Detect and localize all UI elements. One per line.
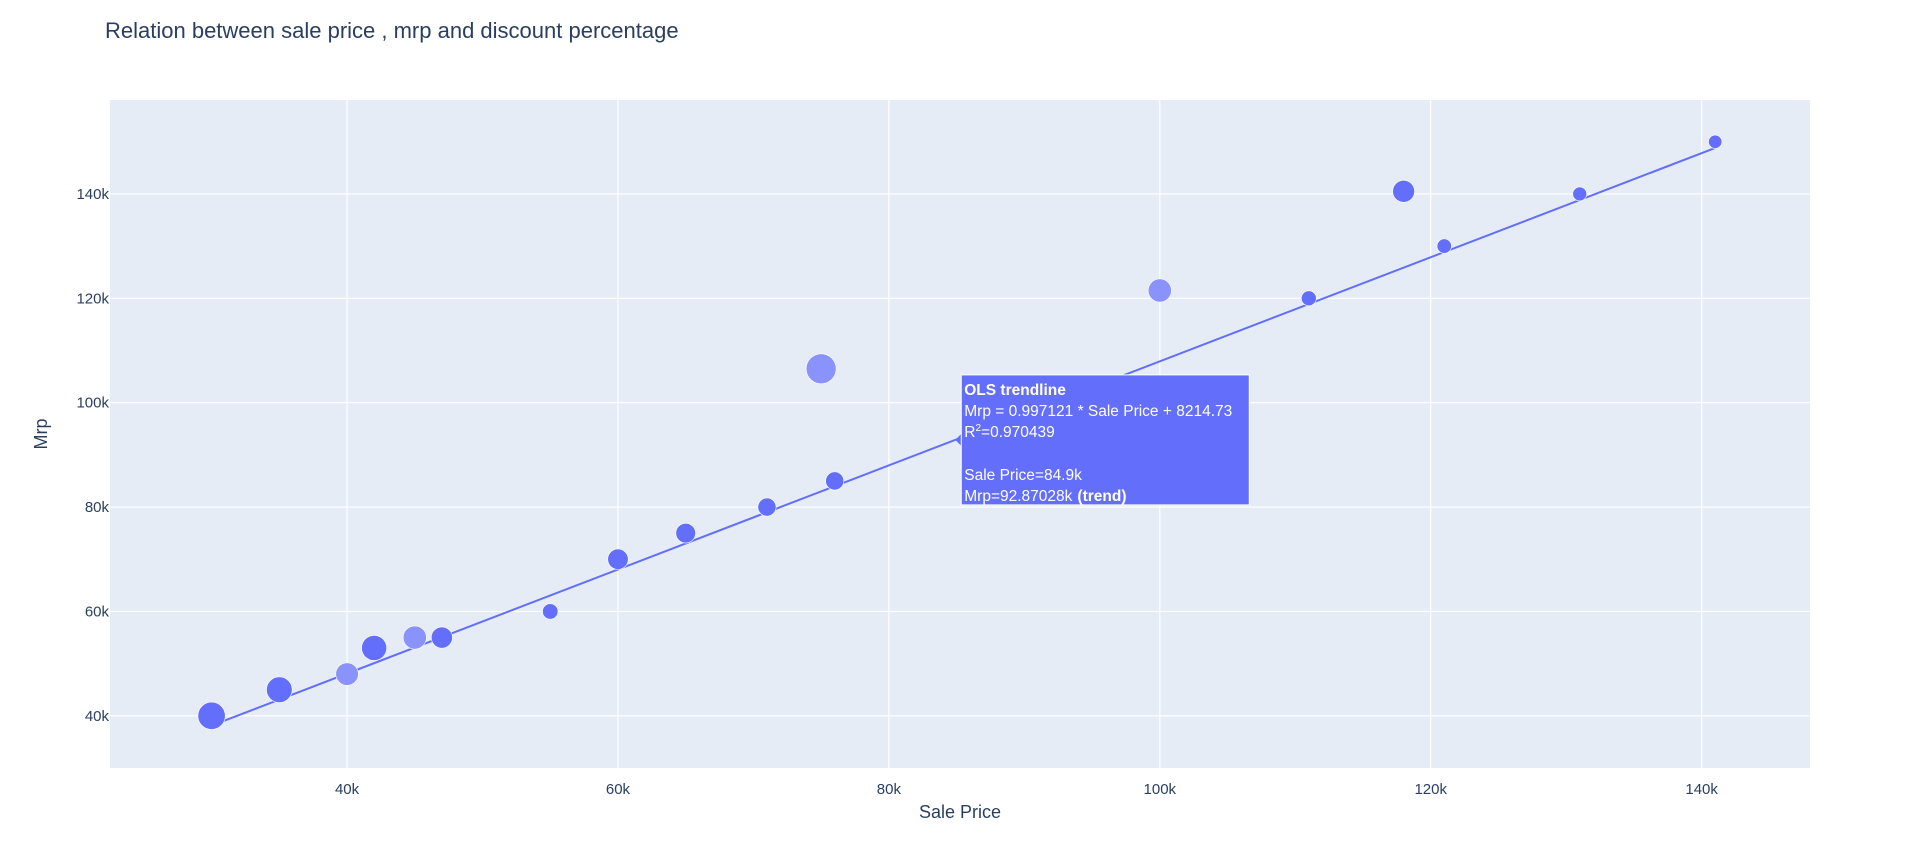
y-tick-label: 100k <box>76 395 109 412</box>
x-tick-label: 40k <box>335 781 360 798</box>
y-tick-label: 140k <box>76 186 109 203</box>
y-tick-label: 120k <box>76 290 109 307</box>
x-tick-label: 60k <box>606 781 631 798</box>
chart-title: Relation between sale price , mrp and di… <box>105 18 679 43</box>
tooltip-y-value: Mrp=92.87028k (trend) <box>964 488 1126 505</box>
scatter-point[interactable] <box>197 701 226 730</box>
y-tick-label: 60k <box>85 603 110 620</box>
y-axis-ticks: 40k 60k 80k 100k 120k 140k <box>76 186 109 725</box>
tooltip-y-tag: (trend) <box>1077 488 1126 505</box>
scatter-point[interactable] <box>607 548 629 570</box>
scatter-point[interactable] <box>1392 180 1415 203</box>
tooltip-y-number: Mrp=92.87028k <box>964 488 1072 505</box>
scatter-point[interactable] <box>430 626 453 649</box>
y-tick-label: 40k <box>85 708 110 725</box>
x-axis-ticks: 40k 60k 80k 100k 120k 140k <box>335 781 1718 798</box>
plot-area <box>110 100 1810 768</box>
tooltip-x-value: Sale Price=84.9k <box>964 467 1082 484</box>
scatter-point[interactable] <box>266 676 293 703</box>
x-tick-label: 100k <box>1144 781 1177 798</box>
x-tick-label: 80k <box>877 781 902 798</box>
scatter-point[interactable] <box>1708 134 1723 149</box>
scatter-point[interactable] <box>675 522 696 544</box>
tooltip-equation: Mrp = 0.997121 * Sale Price + 8214.73 <box>964 403 1232 420</box>
y-axis-title: Mrp <box>31 419 51 450</box>
scatter-point[interactable] <box>402 625 427 650</box>
scatter-point[interactable] <box>335 662 359 686</box>
scatter-point[interactable] <box>1147 278 1172 303</box>
tooltip-title: OLS trendline <box>964 382 1066 399</box>
x-axis-title: Sale Price <box>919 802 1001 822</box>
scatter-point[interactable] <box>1301 290 1317 307</box>
scatter-point[interactable] <box>805 353 837 385</box>
x-tick-label: 140k <box>1685 781 1718 798</box>
scatter-point[interactable] <box>542 603 559 620</box>
scatter-point[interactable] <box>757 497 777 517</box>
scatter-point[interactable] <box>1436 238 1452 254</box>
scatter-chart: Relation between sale price , mrp and di… <box>31 18 1810 822</box>
trendline-hover-tooltip: OLS trendline Mrp = 0.997121 * Sale Pric… <box>955 374 1250 506</box>
x-tick-label: 120k <box>1414 781 1447 798</box>
scatter-point[interactable] <box>825 471 845 491</box>
y-tick-label: 80k <box>85 499 110 516</box>
tooltip-r2-value: =0.970439 <box>981 424 1055 441</box>
scatter-point[interactable] <box>361 635 387 661</box>
scatter-point[interactable] <box>1572 186 1588 202</box>
tooltip-r2-prefix: R <box>964 424 975 441</box>
